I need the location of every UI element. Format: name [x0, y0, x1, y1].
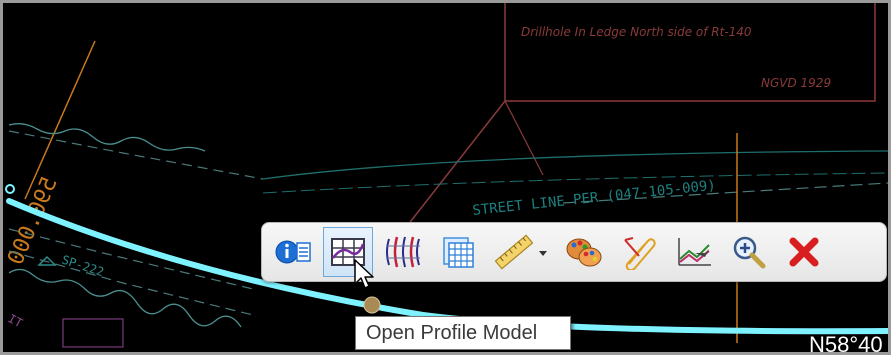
- palette-icon: [566, 238, 602, 267]
- leader-line-2: [504, 100, 544, 176]
- cross-section-icon: [386, 236, 420, 268]
- chevron-down-icon: [539, 251, 547, 256]
- measure-button[interactable]: [488, 227, 554, 277]
- attach-button[interactable]: [614, 227, 664, 277]
- profile-chart-icon: [678, 238, 711, 266]
- survey-point-icon: [37, 255, 57, 266]
- close-icon: [789, 237, 819, 267]
- note-line-2: NGVD 1929: [761, 76, 831, 90]
- properties-button[interactable]: [559, 227, 609, 277]
- boundary-squiggle-1: [8, 123, 206, 152]
- survey-point-label: SP-222: [60, 253, 106, 280]
- tooltip-text: Open Profile Model: [366, 321, 538, 344]
- parcel-box: [62, 318, 124, 348]
- alignment-start-node[interactable]: [5, 184, 15, 194]
- paperclip-icon: [624, 237, 656, 270]
- close-button[interactable]: [779, 227, 829, 277]
- street-line-dashed: [262, 172, 888, 194]
- alignment-node[interactable]: [363, 296, 381, 314]
- info-list-icon: [275, 240, 311, 264]
- dashed-edge-3: [8, 250, 254, 316]
- drawing-viewport[interactable]: Drillhole In Ledge North side of Rt-140 …: [0, 0, 891, 355]
- bearing-label: N58°40: [809, 332, 883, 352]
- table-view-button[interactable]: [433, 227, 483, 277]
- profile-view-button[interactable]: [669, 227, 719, 277]
- street-line: [262, 150, 888, 180]
- mouse-cursor-icon: [354, 259, 374, 289]
- ruler-icon: [494, 234, 547, 270]
- cad-drawing-canvas[interactable]: Drillhole In Ledge North side of Rt-140 …: [3, 3, 888, 352]
- table-icon: [443, 237, 474, 268]
- note-line-1: Drillhole In Ledge North side of Rt-140: [521, 25, 752, 39]
- open-cross-section-model-button[interactable]: [378, 227, 428, 277]
- zoom-icon: [733, 236, 766, 269]
- element-info-button[interactable]: [268, 227, 318, 277]
- boundary-squiggle-2: [8, 268, 242, 328]
- tooltip: Open Profile Model: [355, 316, 571, 350]
- parcel-label: IT: [6, 311, 25, 330]
- street-label: STREET LINE PER (047-105-009): [472, 178, 717, 219]
- contour-line: [24, 40, 96, 200]
- zoom-button[interactable]: [724, 227, 774, 277]
